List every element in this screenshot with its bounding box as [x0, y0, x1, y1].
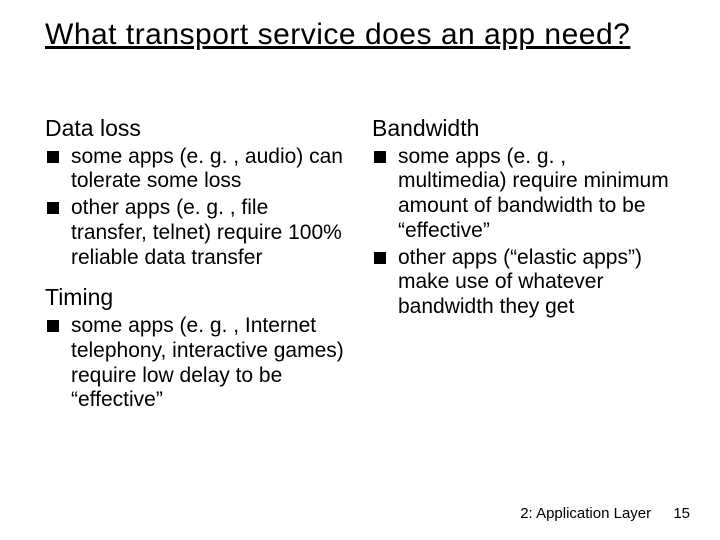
- slide: What transport service does an app need?…: [0, 0, 720, 540]
- bullets-timing: some apps (e. g. , Internet telephony, i…: [45, 314, 348, 413]
- bullets-bandwidth: some apps (e. g. , multimedia) require m…: [372, 145, 675, 320]
- list-item: some apps (e. g. , Internet telephony, i…: [45, 314, 348, 413]
- heading-bandwidth: Bandwidth: [372, 115, 675, 143]
- footer-page-number: 15: [673, 505, 690, 522]
- heading-data-loss: Data loss: [45, 115, 348, 143]
- footer-chapter: 2: Application Layer: [520, 505, 651, 522]
- list-item: some apps (e. g. , multimedia) require m…: [372, 145, 675, 244]
- content-area: Data loss some apps (e. g. , audio) can …: [45, 115, 675, 427]
- slide-title: What transport service does an app need?: [45, 18, 630, 52]
- list-item: other apps (“elastic apps”) make use of …: [372, 246, 675, 320]
- list-item: some apps (e. g. , audio) can tolerate s…: [45, 145, 348, 195]
- left-column: Data loss some apps (e. g. , audio) can …: [45, 115, 348, 427]
- heading-timing: Timing: [45, 284, 348, 312]
- bullets-data-loss: some apps (e. g. , audio) can tolerate s…: [45, 145, 348, 271]
- footer: 2: Application Layer 15: [520, 505, 690, 522]
- right-column: Bandwidth some apps (e. g. , multimedia)…: [372, 115, 675, 427]
- list-item: other apps (e. g. , file transfer, telne…: [45, 196, 348, 270]
